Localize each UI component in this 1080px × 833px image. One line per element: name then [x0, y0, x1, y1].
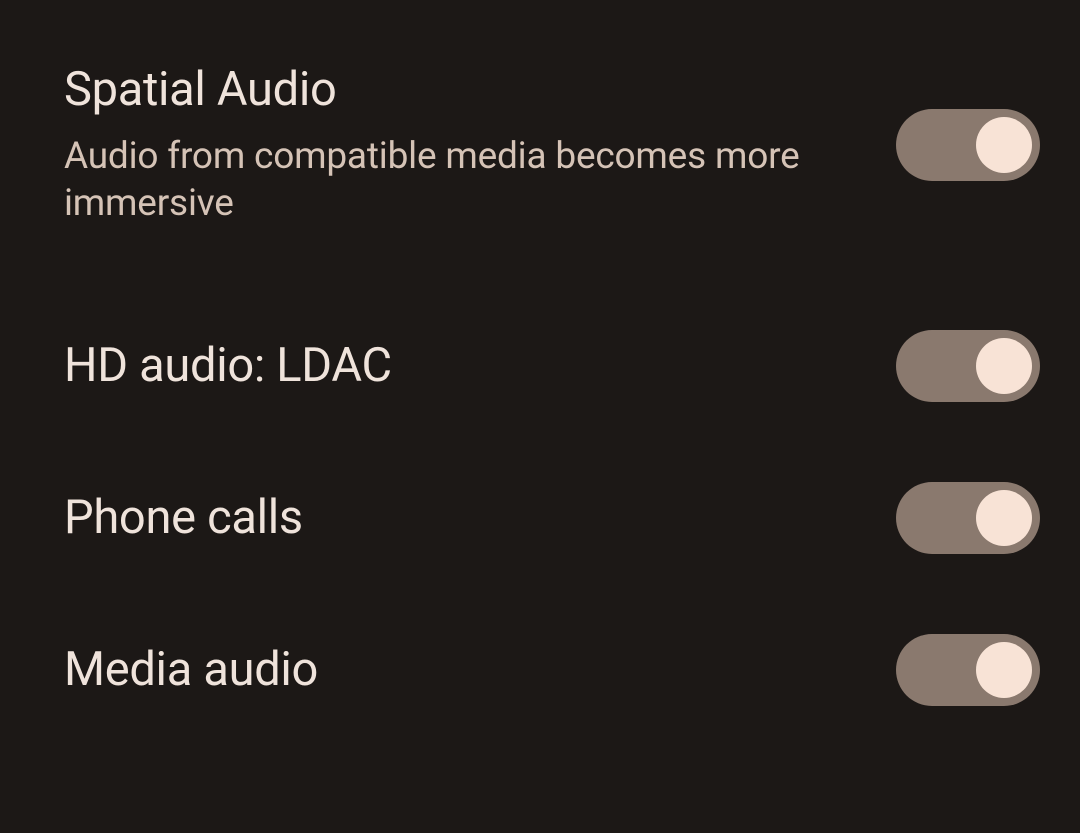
toggle-thumb [976, 490, 1032, 546]
setting-title: HD audio: LDAC [64, 338, 856, 394]
toggle-thumb [976, 642, 1032, 698]
setting-text: HD audio: LDAC [64, 338, 896, 394]
spatial-audio-toggle[interactable] [896, 109, 1040, 181]
toggle-thumb [976, 117, 1032, 173]
toggle-thumb [976, 338, 1032, 394]
phone-calls-toggle[interactable] [896, 482, 1040, 554]
settings-list: Spatial Audio Audio from compatible medi… [0, 0, 1080, 746]
setting-title: Spatial Audio [64, 62, 856, 118]
hd-audio-toggle[interactable] [896, 330, 1040, 402]
setting-row-spatial-audio[interactable]: Spatial Audio Audio from compatible medi… [0, 0, 1080, 290]
setting-row-hd-audio[interactable]: HD audio: LDAC [0, 290, 1080, 442]
setting-text: Phone calls [64, 490, 896, 546]
setting-subtitle: Audio from compatible media becomes more… [64, 134, 856, 228]
media-audio-toggle[interactable] [896, 634, 1040, 706]
setting-title: Phone calls [64, 490, 856, 546]
setting-text: Spatial Audio Audio from compatible medi… [64, 62, 896, 228]
setting-title: Media audio [64, 642, 856, 698]
setting-row-phone-calls[interactable]: Phone calls [0, 442, 1080, 594]
setting-text: Media audio [64, 642, 896, 698]
setting-row-media-audio[interactable]: Media audio [0, 594, 1080, 746]
